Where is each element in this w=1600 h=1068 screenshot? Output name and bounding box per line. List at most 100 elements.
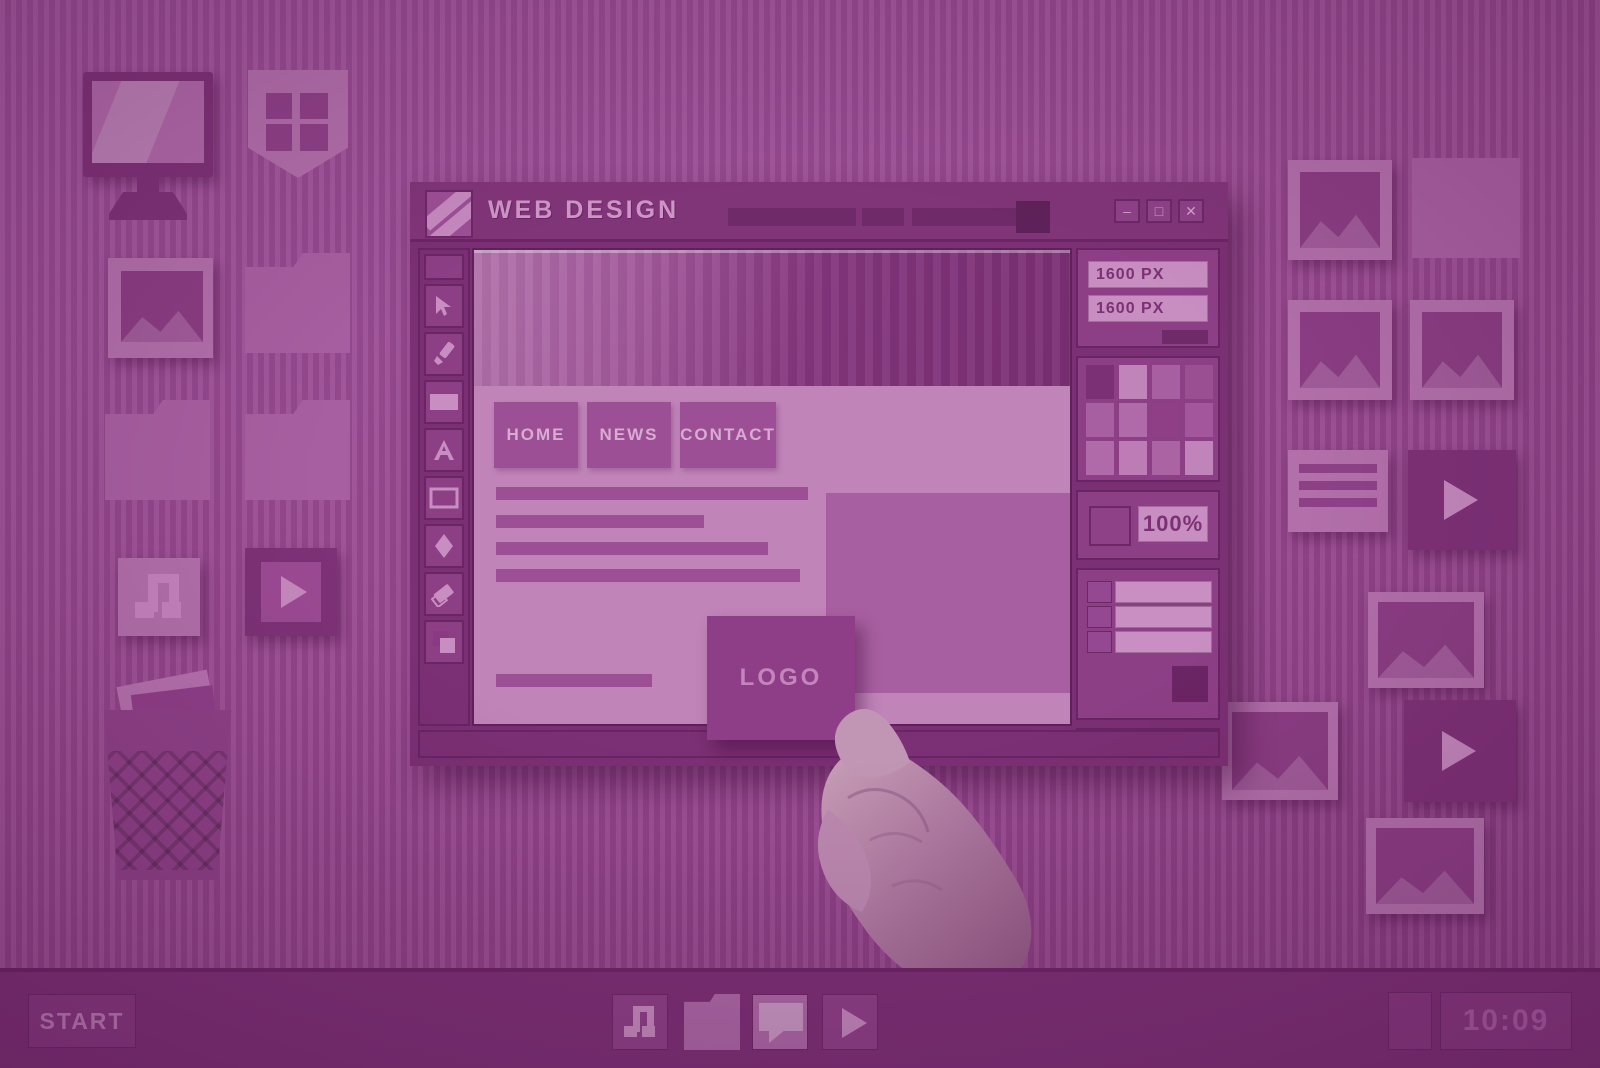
fill-rectangle-tool[interactable] [424, 380, 464, 424]
menu-block[interactable] [1016, 201, 1050, 233]
taskbar[interactable]: START 10:09 [0, 968, 1600, 1068]
photo-icon-r6[interactable] [1366, 818, 1484, 914]
maximize-button[interactable]: □ [1146, 199, 1172, 223]
zoom-panel[interactable]: 100% [1076, 490, 1220, 560]
properties-sidebar[interactable]: 1600 PX 1600 PX 100% [1076, 248, 1220, 732]
shape-tool[interactable] [424, 524, 464, 568]
folder-icon-3[interactable] [245, 400, 350, 500]
window-titlebar[interactable]: WEB DESIGN – □ ✕ [410, 182, 1228, 242]
palette-swatch-12[interactable] [1185, 441, 1213, 475]
monitor-icon[interactable] [83, 72, 213, 177]
layer-visibility-3[interactable] [1087, 631, 1112, 653]
eraser-tool[interactable] [424, 572, 464, 616]
palette-swatch-6[interactable] [1119, 403, 1147, 437]
play-triangle-icon [1442, 731, 1476, 771]
rectangle-tool[interactable] [424, 476, 464, 520]
canvas-height-field[interactable]: 1600 PX [1088, 295, 1208, 322]
nav-button-news[interactable]: NEWS [587, 402, 671, 468]
chat-bubble-icon [759, 1003, 803, 1031]
brush-tool[interactable] [424, 332, 464, 376]
palette-swatch-11[interactable] [1152, 441, 1180, 475]
mountain-graphic [1232, 755, 1328, 790]
window-title: WEB DESIGN [488, 196, 680, 224]
folder-icon-2[interactable] [105, 400, 210, 500]
layer-visibility-1[interactable] [1087, 581, 1112, 603]
photo-icon[interactable] [108, 258, 213, 358]
current-color-swatch[interactable] [1089, 506, 1131, 546]
blank-tool[interactable] [424, 254, 464, 280]
zoom-level-field[interactable]: 100% [1138, 506, 1208, 542]
taskbar-clock[interactable]: 10:09 [1440, 992, 1572, 1050]
cursor-arrow-icon [436, 296, 451, 316]
layer-name-bar-3[interactable] [1115, 631, 1212, 653]
content-line-2 [496, 515, 704, 528]
text-tool[interactable] [424, 428, 464, 472]
palette-swatch-2[interactable] [1119, 365, 1147, 399]
nav-button-home[interactable]: HOME [494, 402, 578, 468]
photo-icon-r1[interactable] [1288, 160, 1392, 260]
palette-swatch-3[interactable] [1152, 365, 1180, 399]
video-icon-r2[interactable] [1404, 700, 1516, 802]
start-button[interactable]: START [28, 994, 136, 1048]
tray-box[interactable] [1388, 992, 1432, 1050]
doc-line [1299, 481, 1377, 490]
taskbar-chat-icon[interactable] [752, 994, 808, 1050]
hero-banner[interactable] [474, 250, 1070, 386]
play-triangle-icon [1444, 480, 1478, 520]
taskbar-folder-icon[interactable] [684, 994, 740, 1050]
palette-swatch-5[interactable] [1086, 403, 1114, 437]
palette-swatch-9[interactable] [1086, 441, 1114, 475]
palette-swatch-7[interactable] [1152, 403, 1180, 437]
stacked-squares-icon [433, 631, 455, 653]
nav-label: NEWS [599, 425, 659, 444]
close-button[interactable]: ✕ [1178, 199, 1204, 223]
palette-swatch-8[interactable] [1185, 403, 1213, 437]
music-note-head-2 [162, 602, 181, 618]
photo-icon-r4[interactable] [1368, 592, 1484, 688]
logo-tile-label: LOGO [739, 664, 823, 691]
color-palette-panel[interactable] [1076, 356, 1220, 482]
document-icon[interactable] [1288, 450, 1388, 532]
menu-chip-2[interactable] [862, 208, 904, 226]
menu-chip-1[interactable] [728, 208, 856, 226]
dimensions-apply-chip[interactable] [1162, 330, 1208, 344]
content-line-1 [496, 487, 808, 500]
folder-icon-1[interactable] [245, 253, 350, 353]
play-box [261, 562, 321, 622]
minimize-button[interactable]: – [1114, 199, 1140, 223]
photo-thumbnail [121, 271, 203, 342]
photo-icon-r3[interactable] [1410, 300, 1514, 400]
canvas-width-field[interactable]: 1600 PX [1088, 261, 1208, 288]
folder-icon-r1[interactable] [1412, 158, 1520, 258]
layer-thumbnail[interactable] [1172, 666, 1208, 702]
outlined-rectangle-icon [429, 487, 459, 509]
mountain-graphic [121, 310, 203, 342]
layers-tool[interactable] [424, 620, 464, 664]
image-placeholder[interactable] [826, 493, 1070, 693]
hero-highlight [474, 250, 1070, 253]
palette-swatch-4[interactable] [1185, 365, 1213, 399]
select-tool[interactable] [424, 284, 464, 328]
trash-bin-icon[interactable] [103, 710, 232, 880]
mountain-graphic [1376, 870, 1474, 904]
app-logo-icon [425, 190, 473, 238]
photo-icon-r5[interactable] [1222, 702, 1338, 800]
eraser-icon [431, 584, 454, 607]
photo-thumbnail [1378, 602, 1474, 678]
taskbar-music-icon[interactable] [612, 994, 668, 1050]
palette-swatch-10[interactable] [1119, 441, 1147, 475]
layer-name-bar-1[interactable] [1115, 581, 1212, 603]
video-icon[interactable] [245, 548, 337, 636]
palette-swatch-1[interactable] [1086, 365, 1114, 399]
dimensions-panel[interactable]: 1600 PX 1600 PX [1076, 248, 1220, 348]
nav-button-contact[interactable]: CONTACT [680, 402, 776, 468]
layer-visibility-2[interactable] [1087, 606, 1112, 628]
taskbar-video-icon[interactable] [822, 994, 878, 1050]
screen-glare [92, 81, 181, 163]
photo-icon-r2[interactable] [1288, 300, 1392, 400]
video-icon-r1[interactable] [1408, 450, 1516, 550]
layer-name-bar-2[interactable] [1115, 606, 1212, 628]
start-label: START [39, 1007, 125, 1034]
music-icon[interactable] [118, 558, 200, 636]
tool-palette[interactable] [418, 248, 470, 726]
